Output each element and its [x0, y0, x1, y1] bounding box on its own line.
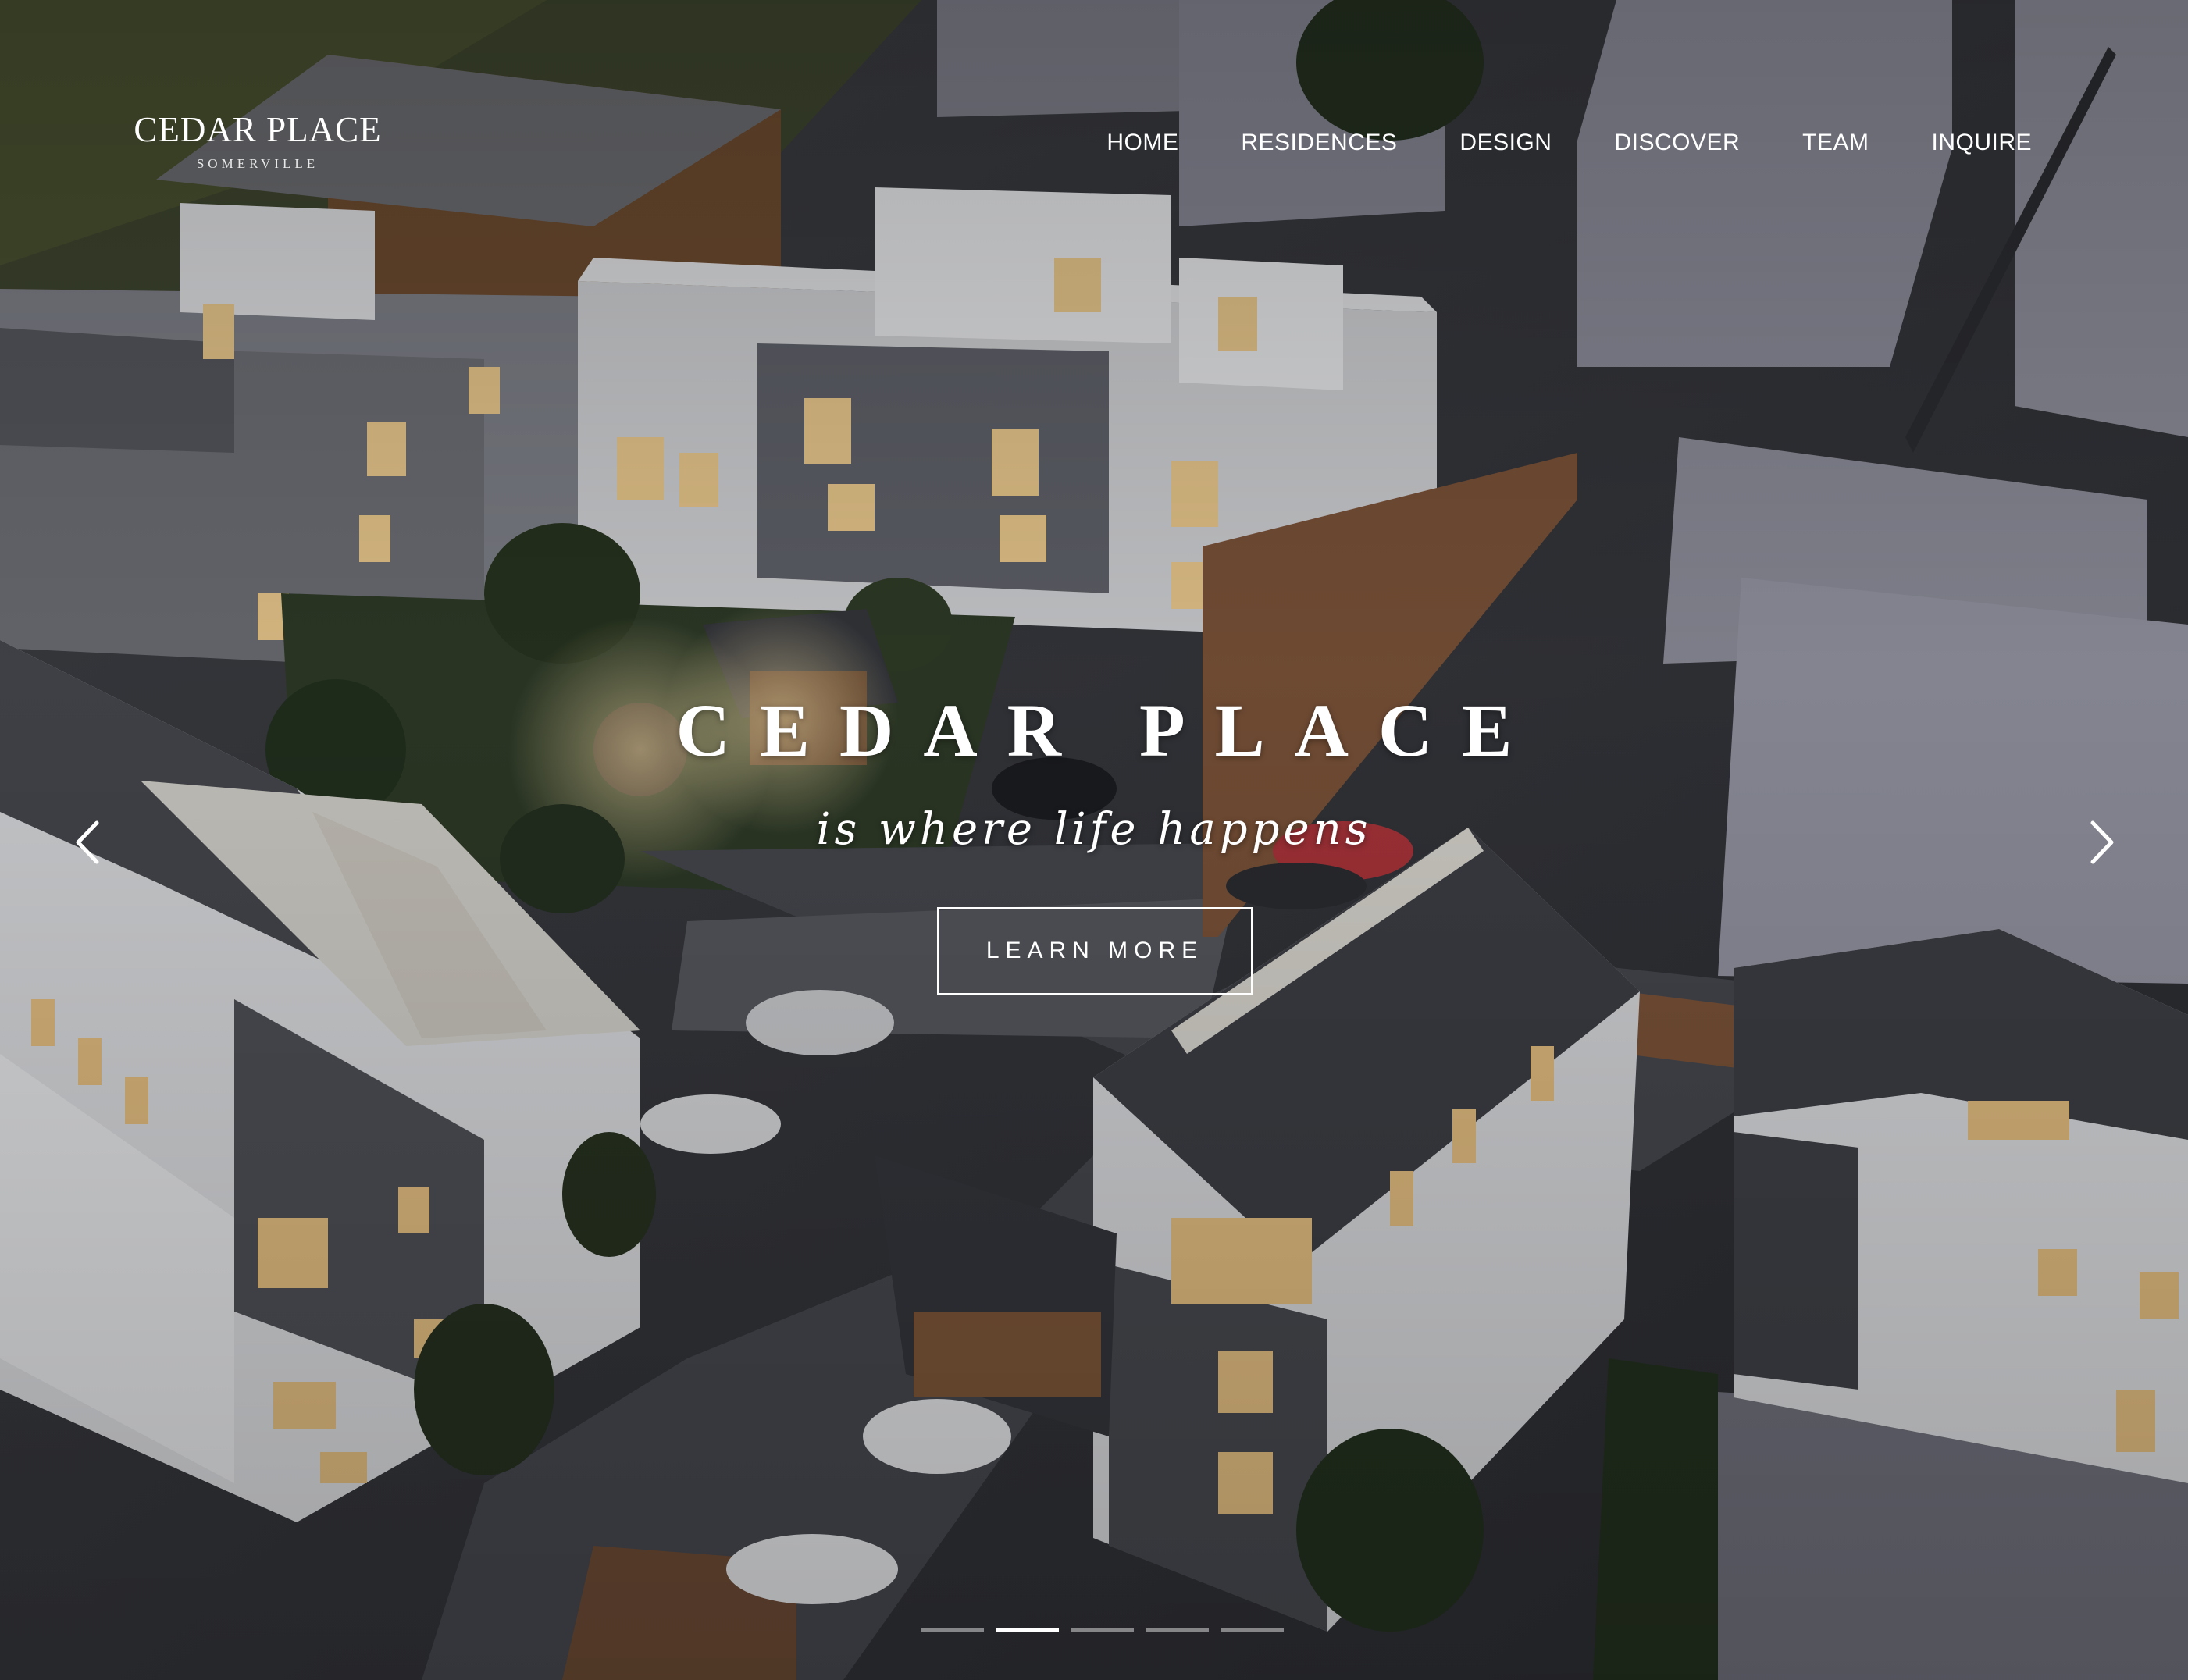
slide-indicator-2[interactable] — [996, 1628, 1059, 1632]
nav-residences[interactable]: RESIDENCES — [1241, 130, 1397, 156]
hero-slider: CEDAR PLACE SOMERVILLE HOME RESIDENCES D… — [0, 0, 2188, 1680]
hero-tagline: is where life happens — [816, 804, 1372, 855]
nav-discover[interactable]: DISCOVER — [1614, 130, 1740, 156]
slider-pagination — [921, 1628, 1284, 1632]
slide-indicator-4[interactable] — [1146, 1628, 1209, 1632]
slide-indicator-5[interactable] — [1221, 1628, 1284, 1632]
logo-location: SOMERVILLE — [196, 156, 319, 171]
slider-next-button[interactable] — [2077, 817, 2124, 868]
nav-home[interactable]: HOME — [1106, 130, 1178, 156]
main-navigation: HOME RESIDENCES DESIGN DISCOVER TEAM INQ… — [1106, 130, 2032, 156]
logo-name: CEDAR PLACE — [134, 110, 382, 149]
slide-indicator-1[interactable] — [921, 1628, 984, 1632]
nav-team[interactable]: TEAM — [1802, 130, 1869, 156]
nav-inquire[interactable]: INQUIRE — [1931, 130, 2032, 156]
hero-title: CEDAR PLACE — [675, 689, 1542, 772]
slide-indicator-3[interactable] — [1071, 1628, 1134, 1632]
learn-more-button[interactable]: LEARN MORE — [937, 907, 1253, 995]
slider-prev-button[interactable] — [66, 817, 112, 868]
nav-design[interactable]: DESIGN — [1459, 130, 1552, 156]
chevron-left-icon — [76, 820, 99, 864]
chevron-right-icon — [2090, 820, 2114, 864]
site-logo[interactable]: CEDAR PLACE SOMERVILLE — [133, 109, 383, 172]
